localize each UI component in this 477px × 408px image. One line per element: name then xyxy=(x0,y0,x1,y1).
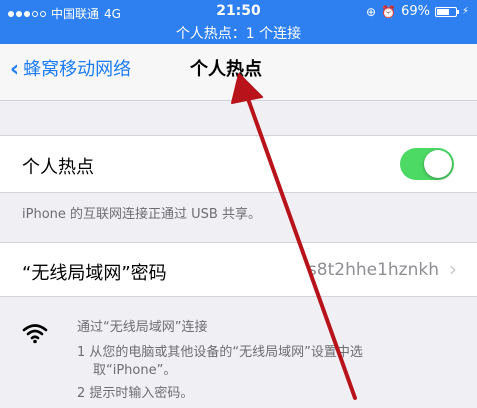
rotation-lock-icon: ⊕ xyxy=(366,4,377,19)
usb-sharing-footnote: iPhone 的互联网连接正通过 USB 共享。 xyxy=(22,207,261,222)
wifi-icon xyxy=(22,324,48,344)
wifi-password-label: “无线局域网”密码 xyxy=(22,263,167,284)
page-title: 个人热点 xyxy=(190,59,262,80)
instructions-step1-line1: 1 从您的电脑或其他设备的“无线局域网”设置中选 xyxy=(77,345,363,360)
hotspot-toggle-label: 个人热点 xyxy=(22,157,94,178)
chevron-left-icon: ‹ xyxy=(10,57,20,82)
hotspot-connection-banner[interactable]: 个人热点：1 个连接 xyxy=(0,23,477,43)
instructions-step1-line2: 取“iPhone”。 xyxy=(93,363,177,378)
status-bar: 中国联通 4G 21:50 ⊕ ⏰ 69% ⚡ 个人热点：1 个连接 xyxy=(0,0,477,44)
battery-percent: 69% xyxy=(401,4,430,19)
back-button[interactable]: ‹ 蜂窝移动网络 xyxy=(10,59,131,81)
instructions-step2: 2 提示时输入密码。 xyxy=(77,386,194,401)
alarm-icon: ⏰ xyxy=(381,4,397,19)
battery-icon xyxy=(434,6,459,17)
chevron-right-icon: › xyxy=(449,257,457,281)
toggle-knob xyxy=(424,150,452,178)
wifi-password-value: s8t2hhe1hznkh xyxy=(307,260,439,280)
status-icons: ⊕ ⏰ 69% ⚡ xyxy=(366,4,469,19)
wifi-password-row[interactable]: “无线局域网”密码 s8t2hhe1hznkh › xyxy=(0,242,477,297)
hotspot-toggle-switch[interactable] xyxy=(400,148,454,180)
hotspot-toggle-row: 个人热点 xyxy=(0,135,477,193)
instructions-title: 通过“无线局域网”连接 xyxy=(77,320,208,335)
back-button-label: 蜂窝移动网络 xyxy=(23,59,132,80)
navigation-bar: ‹ 蜂窝移动网络 个人热点 xyxy=(0,44,477,101)
charging-icon: ⚡ xyxy=(461,6,469,17)
